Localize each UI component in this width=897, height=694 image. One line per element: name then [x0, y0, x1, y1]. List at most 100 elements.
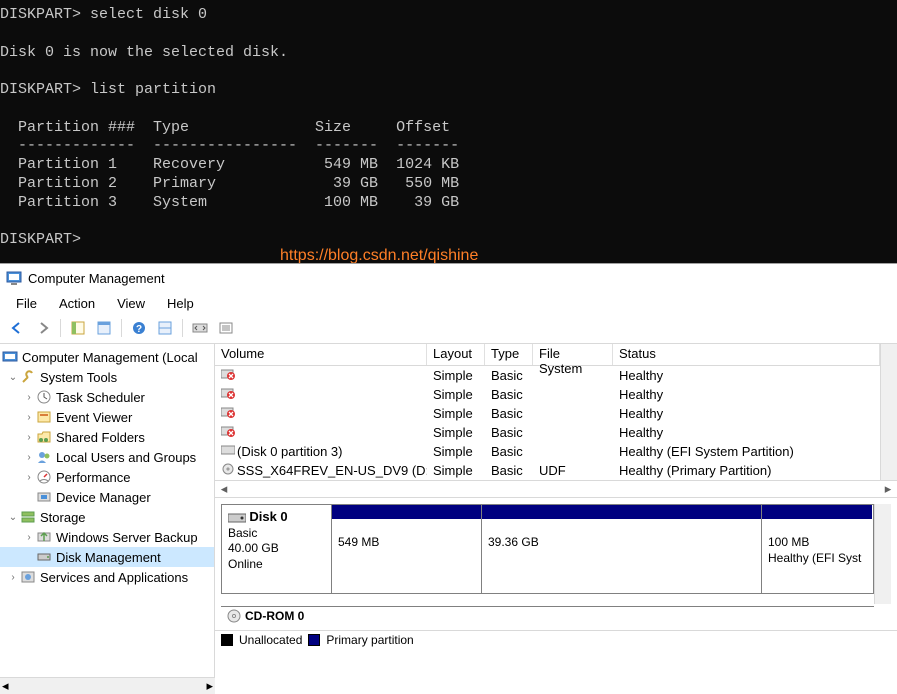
tree-event-viewer[interactable]: › Event Viewer	[0, 407, 214, 427]
vertical-scrollbar[interactable]	[874, 504, 891, 604]
partition[interactable]: 100 MBHealthy (EFI Syst	[762, 505, 872, 593]
volume-icon	[221, 406, 235, 418]
tree-label: Event Viewer	[56, 410, 132, 425]
tree-local-users[interactable]: › Local Users and Groups	[0, 447, 214, 467]
scroll-right-icon[interactable]: ▸	[879, 481, 897, 497]
volume-list[interactable]: SimpleBasicHealthySimpleBasicHealthySimp…	[215, 366, 880, 480]
tree-label: Computer Management (Local	[22, 350, 198, 365]
tree-disk-management[interactable]: Disk Management	[0, 547, 214, 567]
properties-button[interactable]	[93, 317, 115, 339]
volume-row[interactable]: SSS_X64FREV_EN-US_DV9 (D:)SimpleBasicUDF…	[215, 461, 880, 480]
volume-icon	[221, 463, 235, 475]
window-title: Computer Management	[28, 271, 165, 286]
menu-view[interactable]: View	[107, 294, 155, 313]
partition-header	[762, 505, 872, 519]
toolbar-separator	[121, 319, 122, 337]
partition-size: 100 MB	[768, 535, 866, 551]
scroll-left-icon[interactable]: ◂	[2, 678, 9, 694]
tree-windows-server-backup[interactable]: › Windows Server Backup	[0, 527, 214, 547]
disk-name: Disk 0	[249, 509, 287, 524]
term-rule: ------------- ---------------- ------- -…	[0, 137, 459, 154]
toolbar: ?	[0, 315, 897, 344]
volume-row[interactable]: SimpleBasicHealthy	[215, 385, 880, 404]
expand-icon[interactable]: ›	[22, 392, 36, 403]
navigation-tree[interactable]: Computer Management (Local ⌄ System Tool…	[0, 344, 215, 677]
tree-storage[interactable]: ⌄ Storage	[0, 507, 214, 527]
volume-row[interactable]: SimpleBasicHealthy	[215, 423, 880, 442]
expand-icon[interactable]: ›	[22, 452, 36, 463]
legend-primary: Primary partition	[326, 633, 413, 647]
disk-graphical-view[interactable]: Disk 0 Basic 40.00 GB Online 549 MB 39.36…	[215, 498, 897, 630]
content-pane: Volume Layout Type File System Status Si…	[215, 344, 897, 694]
legend: Unallocated Primary partition	[215, 630, 897, 649]
toolbar-separator	[182, 319, 183, 337]
tree-shared-folders[interactable]: › Shared Folders	[0, 427, 214, 447]
expand-icon[interactable]: ›	[6, 572, 20, 583]
volume-icon	[221, 425, 235, 437]
term-prompt: DISKPART>	[0, 231, 81, 248]
column-layout[interactable]: Layout	[427, 344, 485, 365]
primary-swatch	[308, 634, 320, 646]
column-type[interactable]: Type	[485, 344, 533, 365]
toolbar-separator	[60, 319, 61, 337]
expand-icon[interactable]: ›	[22, 472, 36, 483]
tree-label: Disk Management	[56, 550, 161, 565]
view-settings-button[interactable]	[154, 317, 176, 339]
expand-icon[interactable]: ›	[22, 412, 36, 423]
expand-icon[interactable]: ›	[22, 432, 36, 443]
menu-help[interactable]: Help	[157, 294, 204, 313]
shared-folder-icon	[36, 429, 52, 445]
event-viewer-icon	[36, 409, 52, 425]
partition-size: 39.36 GB	[488, 535, 755, 551]
tree-horizontal-scrollbar[interactable]: ◂ ▸	[0, 677, 215, 694]
term-row: Partition 3 System 100 MB 39 GB	[0, 194, 459, 211]
forward-button[interactable]	[32, 317, 54, 339]
collapse-icon[interactable]: ⌄	[6, 512, 20, 523]
partition-header	[332, 505, 481, 519]
volume-list-header: Volume Layout Type File System Status	[215, 344, 880, 366]
tree-device-manager[interactable]: Device Manager	[0, 487, 214, 507]
diskpart-terminal[interactable]: DISKPART> select disk 0 Disk 0 is now th…	[0, 0, 897, 263]
show-hide-tree-button[interactable]	[67, 317, 89, 339]
help-button[interactable]: ?	[128, 317, 150, 339]
vertical-scrollbar[interactable]	[880, 344, 897, 480]
term-row: Partition 1 Recovery 549 MB 1024 KB	[0, 156, 459, 173]
collapse-icon[interactable]: ⌄	[6, 372, 20, 383]
tree-services-applications[interactable]: › Services and Applications	[0, 567, 214, 587]
back-button[interactable]	[6, 317, 28, 339]
menu-file[interactable]: File	[6, 294, 47, 313]
cdrom-0-row[interactable]: CD-ROM 0	[221, 606, 874, 624]
volume-icon	[221, 387, 235, 399]
tree-performance[interactable]: › Performance	[0, 467, 214, 487]
list-button[interactable]	[215, 317, 237, 339]
volume-row[interactable]: SimpleBasicHealthy	[215, 404, 880, 423]
tree-system-tools[interactable]: ⌄ System Tools	[0, 367, 214, 387]
disk-0-label[interactable]: Disk 0 Basic 40.00 GB Online	[222, 505, 332, 593]
tree-root[interactable]: Computer Management (Local	[0, 347, 214, 367]
partition[interactable]: 549 MB	[332, 505, 482, 593]
tree-label: Storage	[40, 510, 86, 525]
column-filesystem[interactable]: File System	[533, 344, 613, 365]
disk-icon	[228, 512, 246, 524]
partition[interactable]: 39.36 GB	[482, 505, 762, 593]
column-status[interactable]: Status	[613, 344, 880, 365]
partition-status: Healthy (EFI Syst	[768, 551, 866, 567]
volume-icon	[221, 368, 235, 380]
expand-icon[interactable]: ›	[22, 532, 36, 543]
scroll-left-icon[interactable]: ◂	[215, 481, 233, 497]
performance-icon	[36, 469, 52, 485]
legend-unallocated: Unallocated	[239, 633, 302, 647]
disk-0-row[interactable]: Disk 0 Basic 40.00 GB Online 549 MB 39.36…	[221, 504, 874, 594]
column-volume[interactable]: Volume	[215, 344, 427, 365]
tree-label: Shared Folders	[56, 430, 145, 445]
horizontal-scrollbar[interactable]: ◂ ▸	[215, 480, 897, 498]
window-title-bar: Computer Management	[0, 264, 897, 292]
menu-action[interactable]: Action	[49, 294, 105, 313]
unallocated-swatch	[221, 634, 233, 646]
compmgmt-icon	[2, 349, 18, 365]
scroll-right-icon[interactable]: ▸	[206, 678, 213, 694]
term-header: Partition ### Type Size Offset	[0, 119, 450, 136]
refresh-button[interactable]	[189, 317, 211, 339]
volume-row[interactable]: (Disk 0 partition 3)SimpleBasicHealthy (…	[215, 442, 880, 461]
tree-task-scheduler[interactable]: › Task Scheduler	[0, 387, 214, 407]
